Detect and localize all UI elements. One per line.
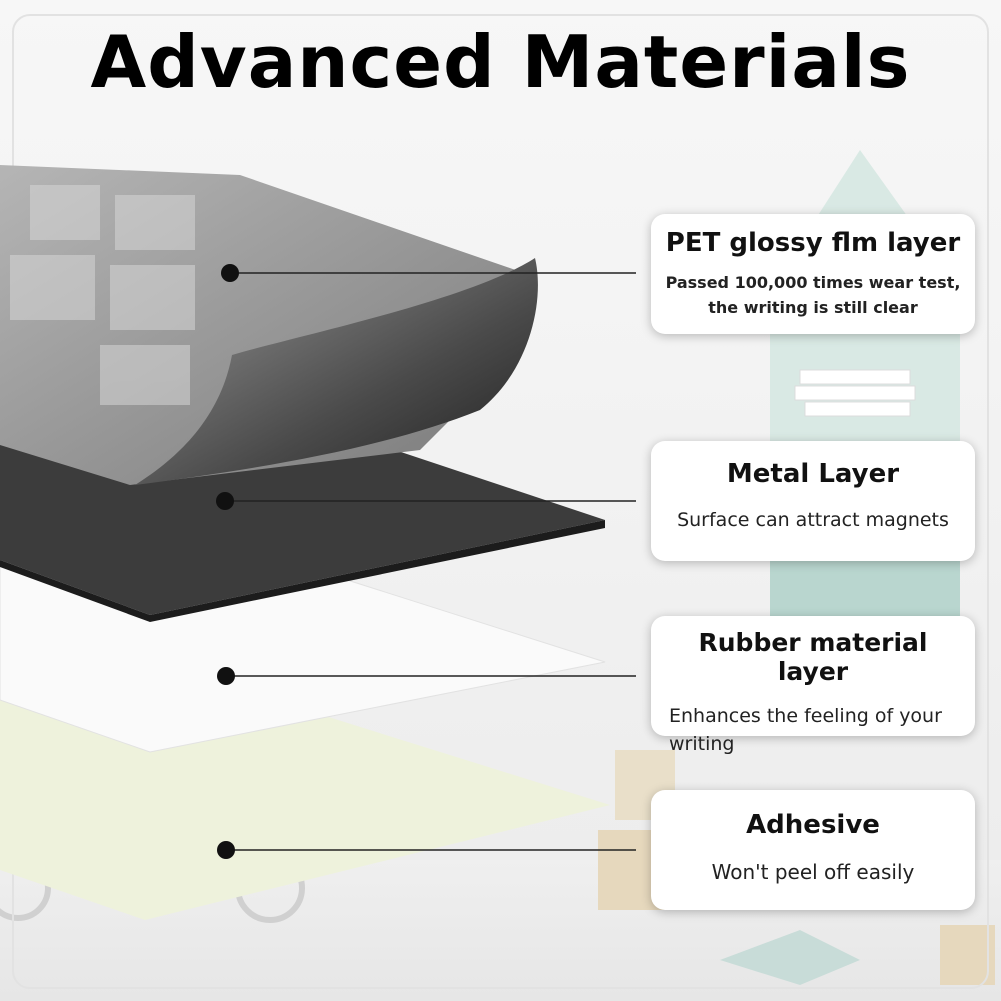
callout-rubber-layer: Rubber material layer Enhances the feeli… — [651, 616, 975, 755]
callout-description: Passed 100,000 times wear test, the writ… — [665, 273, 961, 317]
marker-dot-adhesive — [217, 841, 235, 859]
marker-dot-metal — [216, 492, 234, 510]
callout-metal-layer: Metal Layer Surface can attract magnets — [651, 441, 975, 561]
callout-description: Enhances the feeling of your writing — [669, 705, 942, 755]
page-title: Advanced Materials — [90, 20, 911, 104]
callout-description: Surface can attract magnets — [677, 509, 949, 531]
callout-heading: Rubber material layer — [698, 628, 928, 686]
callout-heading: Adhesive — [746, 810, 880, 840]
marker-dot-rubber — [217, 667, 235, 685]
product-infographic: Advanced Materials PET glossy flm layer … — [0, 0, 1001, 1001]
marker-dot-pet — [221, 264, 239, 282]
callout-heading: Metal Layer — [726, 459, 900, 489]
callout-adhesive-layer: Adhesive Won't peel off easily — [651, 790, 975, 910]
callout-description: Won't peel off easily — [711, 860, 915, 884]
callout-pet-layer: PET glossy flm layer Passed 100,000 time… — [651, 214, 975, 334]
callout-heading: PET glossy flm layer — [665, 228, 961, 258]
